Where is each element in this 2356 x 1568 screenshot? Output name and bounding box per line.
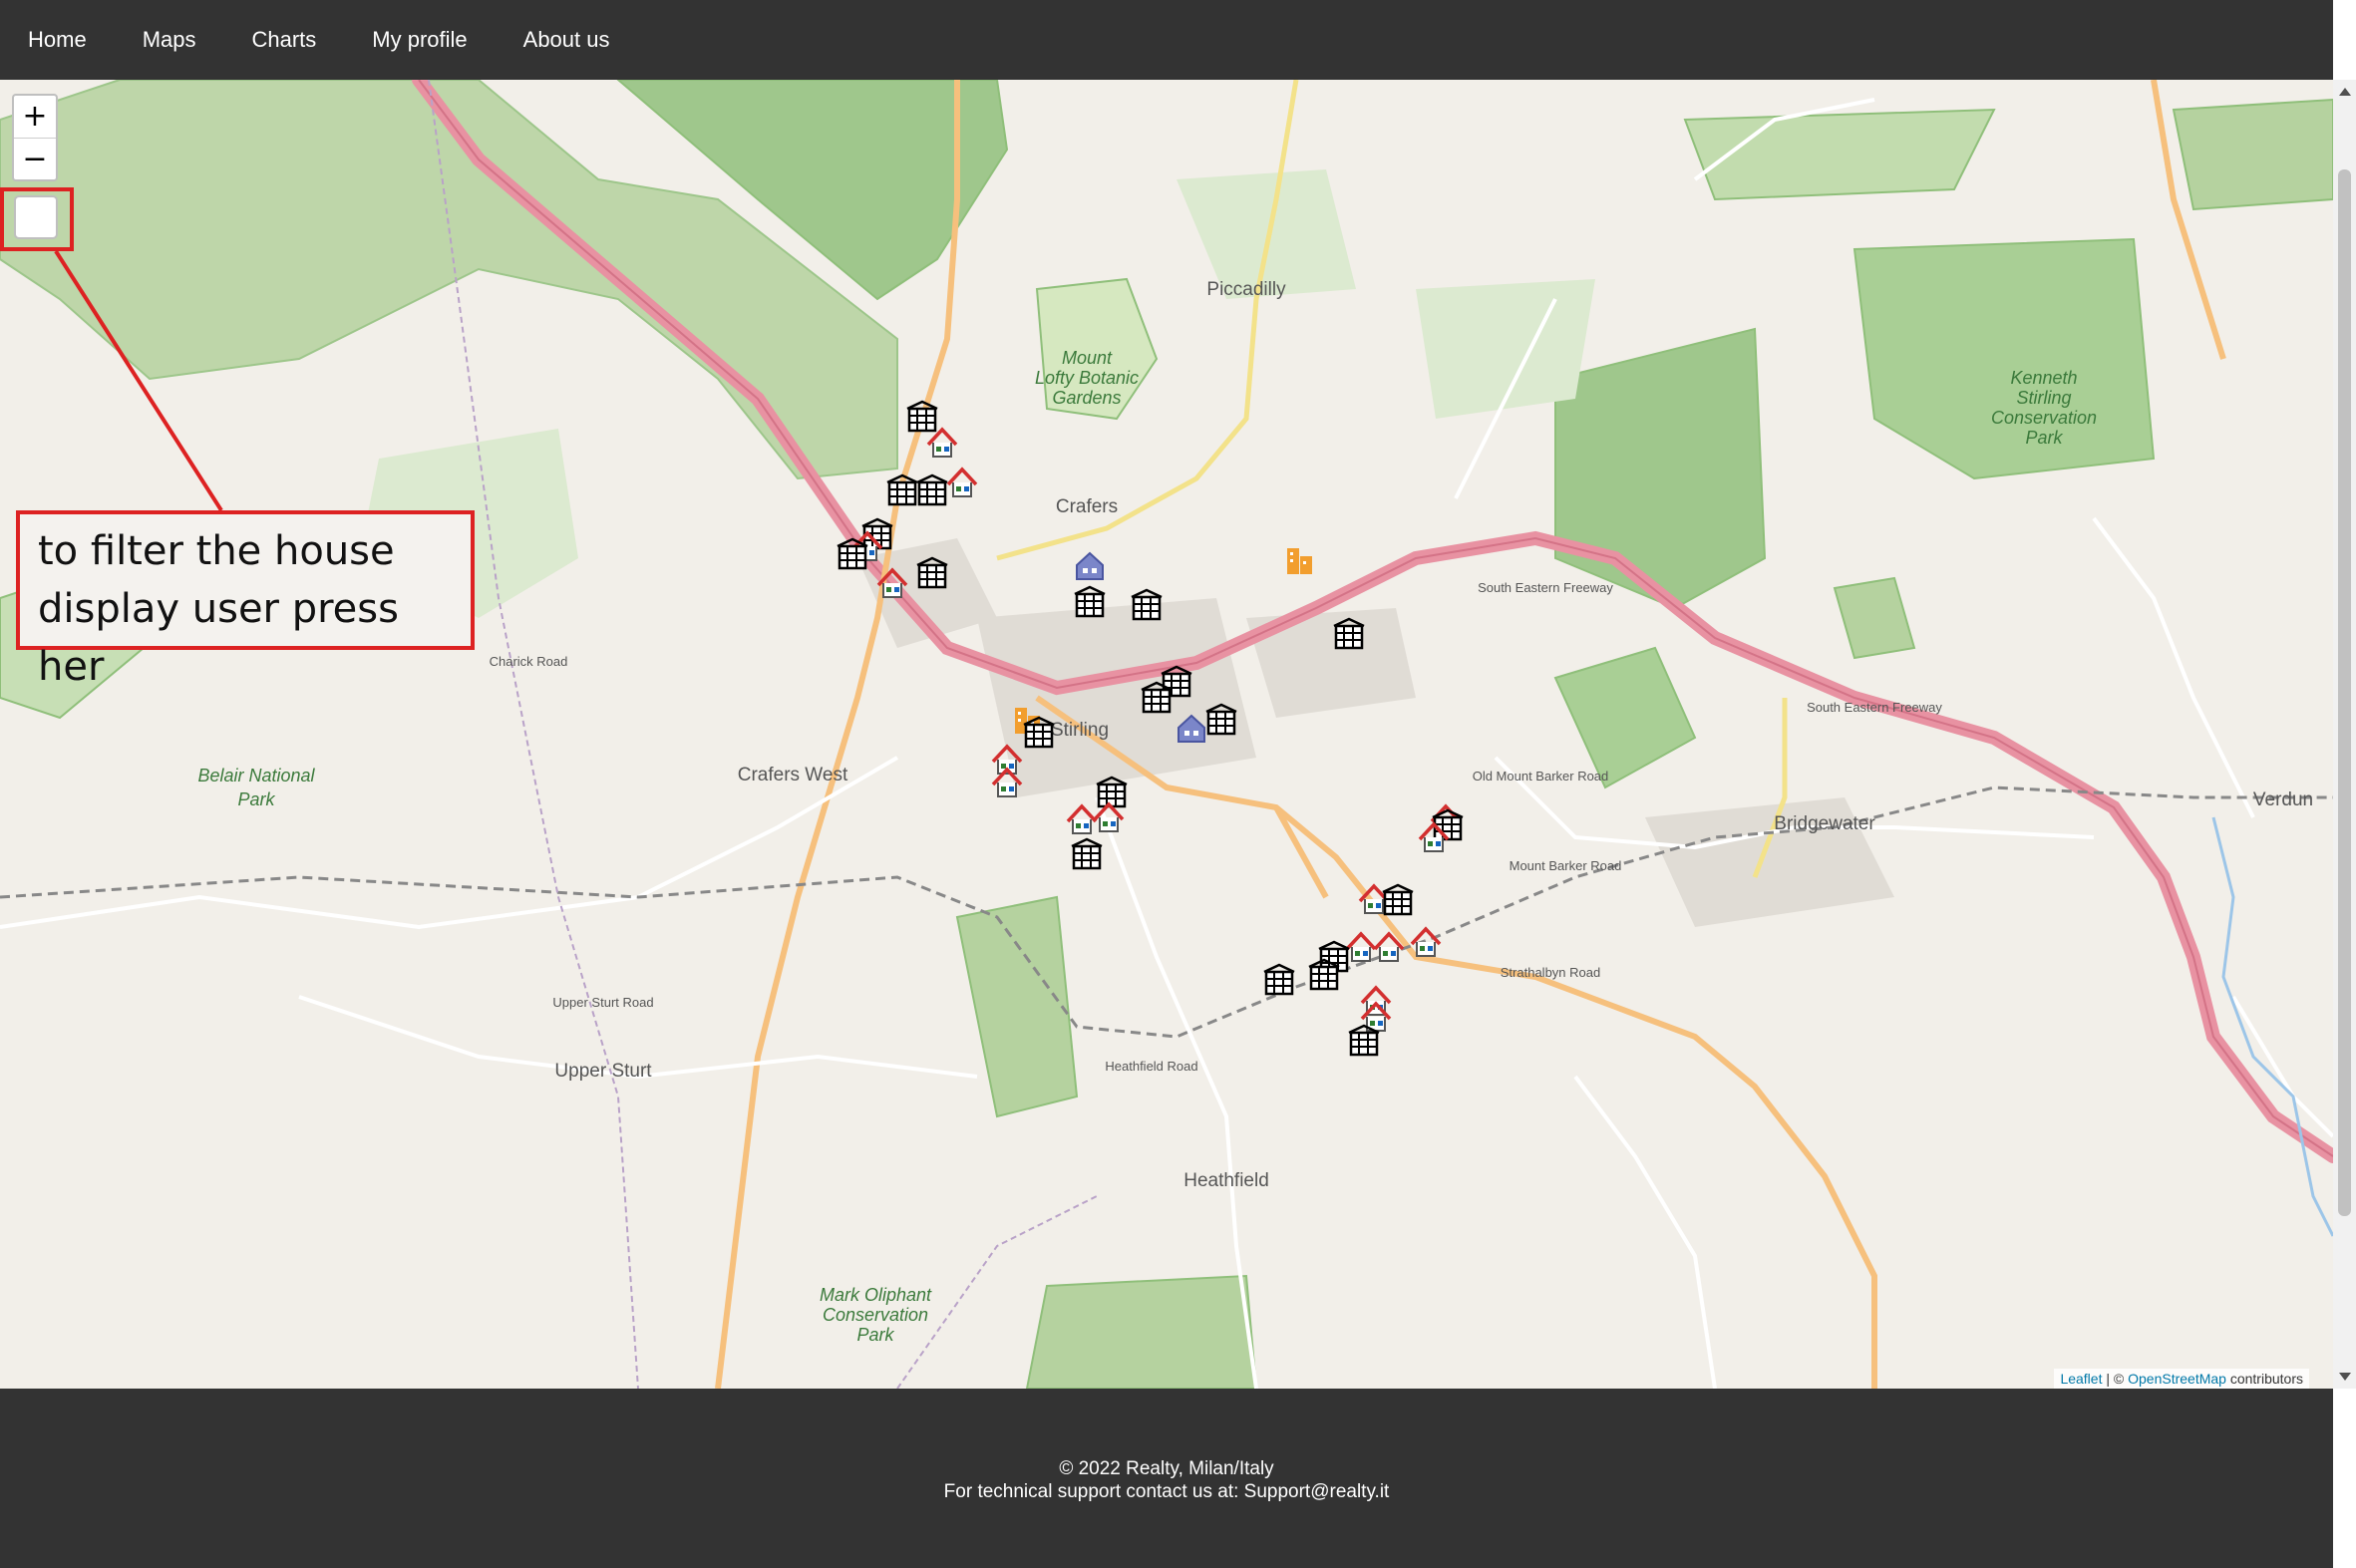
nav-home[interactable]: Home <box>0 0 115 80</box>
house-blue-marker-icon[interactable] <box>1076 551 1104 580</box>
apartment-marker-icon[interactable] <box>1131 588 1163 621</box>
apartment-marker-icon[interactable] <box>1096 776 1128 808</box>
railway <box>0 785 2333 1039</box>
footer-support-contact: For technical support contact us at: Sup… <box>943 1481 1390 1502</box>
zoom-in-button[interactable]: + <box>14 96 56 138</box>
attribution-separator: | © <box>2102 1371 2129 1387</box>
place-label: Piccadilly <box>1206 279 1286 300</box>
road-label: South Eastern Freeway <box>1478 580 1613 595</box>
residential-areas <box>857 538 1894 927</box>
top-navbar: Home Maps Charts My profile About us <box>0 0 2333 80</box>
road-label: Mount Barker Road <box>1510 858 1622 873</box>
scrollbar-thumb[interactable] <box>2338 169 2351 1216</box>
attribution-tail: contributors <box>2225 1371 2303 1387</box>
nav-my-profile[interactable]: My profile <box>344 0 495 80</box>
apartment-marker-icon[interactable] <box>1348 1024 1380 1057</box>
annotation-callout: to filter the house display user press h… <box>16 510 475 690</box>
nav-charts[interactable]: Charts <box>223 0 344 80</box>
road-label: Upper Sturt Road <box>552 995 653 1010</box>
park-label: Mount <box>1062 348 1113 368</box>
park-label: Lofty Botanic <box>1035 368 1139 388</box>
place-label: Crafers West <box>738 765 848 785</box>
scroll-down-arrow-icon[interactable] <box>2339 1373 2351 1381</box>
place-label: Verdun <box>2253 789 2313 810</box>
scroll-up-arrow-icon[interactable] <box>2339 88 2351 96</box>
office-marker-icon[interactable] <box>1287 548 1312 574</box>
apartment-marker-icon[interactable] <box>1071 837 1103 870</box>
place-label: Stirling <box>1051 720 1109 741</box>
leaflet-link[interactable]: Leaflet <box>2060 1371 2102 1387</box>
place-label: Upper Sturt <box>554 1061 652 1082</box>
map-container[interactable]: Piccadilly Crafers Stirling Bridgewater Uppe… <box>0 80 2333 1389</box>
apartment-marker-icon[interactable] <box>916 473 948 506</box>
osm-link[interactable]: OpenStreetMap <box>2128 1371 2226 1387</box>
house-marker-icon[interactable] <box>1345 931 1377 962</box>
road-label: Strathalbyn Road <box>1501 965 1600 980</box>
park-label: Park <box>2025 428 2063 448</box>
nav-about-us[interactable]: About us <box>496 0 638 80</box>
apartment-marker-icon[interactable] <box>1263 963 1295 996</box>
zoom-out-button[interactable]: − <box>14 138 56 179</box>
park-label: Conservation <box>823 1305 928 1325</box>
map-attribution: Leaflet | © OpenStreetMap contributors <box>2054 1369 2309 1389</box>
park-label: Mark Oliphant <box>820 1285 932 1305</box>
road-label: South Eastern Freeway <box>1807 700 1942 715</box>
place-label: Bridgewater <box>1774 813 1875 834</box>
place-label: Heathfield <box>1183 1170 1269 1191</box>
road-label: Old Mount Barker Road <box>1473 769 1609 784</box>
apartment-marker-icon[interactable] <box>1432 808 1464 841</box>
park-label: Gardens <box>1052 388 1121 408</box>
park-label: Park <box>856 1325 894 1345</box>
annotation-highlight-box <box>0 187 74 251</box>
place-label: Crafers <box>1056 496 1118 517</box>
footer-copyright: © 2022 Realty, Milan/Italy <box>1059 1458 1274 1479</box>
apartment-marker-icon[interactable] <box>906 400 938 433</box>
road-label: Charick Road <box>490 654 568 669</box>
park-label: Belair National <box>197 766 315 785</box>
apartment-marker-icon[interactable] <box>1074 585 1106 618</box>
map-tiles[interactable]: Piccadilly Crafers Stirling Bridgewater Uppe… <box>0 80 2333 1389</box>
house-marker-icon[interactable] <box>946 467 978 497</box>
park-label: Conservation <box>1991 408 2097 428</box>
house-marker-icon[interactable] <box>1410 926 1442 957</box>
apartment-marker-icon[interactable] <box>1382 883 1414 916</box>
annotation-line-2: display user press her <box>38 586 399 690</box>
house-marker-icon[interactable] <box>1066 803 1098 834</box>
park-label: Stirling <box>2016 388 2071 408</box>
nav-maps[interactable]: Maps <box>115 0 224 80</box>
house-marker-icon[interactable] <box>926 427 958 458</box>
river <box>2211 816 2333 1237</box>
annotation-line-1: to filter the house <box>38 528 395 574</box>
zoom-control: + − <box>12 94 58 181</box>
page-scrollbar[interactable] <box>2333 80 2356 1389</box>
page-footer: © 2022 Realty, Milan/Italy For technical… <box>0 1389 2333 1568</box>
road-label: Heathfield Road <box>1105 1059 1197 1074</box>
park-label: Park <box>237 789 275 809</box>
park-label: Kenneth <box>2010 368 2077 388</box>
